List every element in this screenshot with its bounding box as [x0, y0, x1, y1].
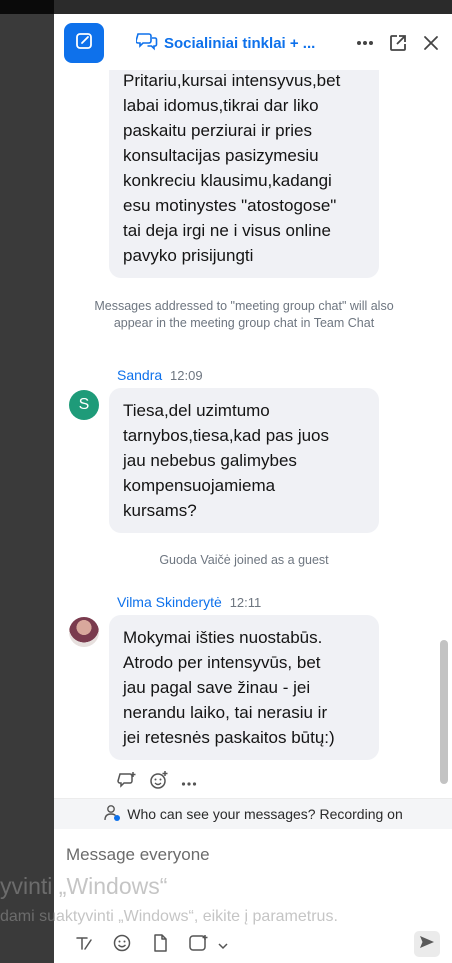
avatar[interactable] — [69, 617, 99, 647]
message-time: 12:11 — [229, 595, 262, 610]
message-bubble: Tiesa,del uzimtumo tarnybos,tiesa,kad pa… — [109, 388, 379, 533]
message-line: Atrodo per intensyvūs, bet — [123, 653, 321, 672]
message-line: tarnybos,tiesa,kad pas juos — [123, 426, 330, 445]
more-icon[interactable] — [354, 32, 376, 54]
sender-name[interactable]: Vilma Skinderytė — [117, 594, 222, 610]
message-line: konkreciu klausimu,kadangi — [123, 171, 332, 190]
chat-title-text: Socialiniai tinklai + ... — [164, 34, 316, 52]
chevron-down-icon[interactable] — [218, 937, 228, 955]
privacy-text: Who can see your messages? Recording on — [127, 806, 403, 822]
message-line: kursams? — [123, 501, 197, 520]
message-line: labai idomus,tikrai dar liko — [123, 96, 319, 115]
composer-toolbar — [74, 933, 228, 958]
message-line: tai deja irgi ne i visus online — [123, 221, 331, 240]
reply-icon[interactable] — [117, 770, 137, 795]
privacy-bar[interactable]: Who can see your messages? Recording on — [54, 798, 452, 830]
message-line: jau pagal save žinau - jei — [123, 678, 311, 697]
message-line: pavyko prisijungti — [123, 246, 254, 265]
chat-panel: Socialiniai tinklai + ... Pritariu,kursa… — [54, 14, 452, 963]
more-icon[interactable] — [181, 774, 197, 792]
sender-name[interactable]: Sandra — [117, 367, 162, 383]
compose-button[interactable] — [64, 23, 104, 63]
file-icon[interactable] — [150, 933, 170, 958]
message-input[interactable] — [64, 841, 428, 869]
emoji-icon[interactable] — [112, 933, 132, 958]
message-line: kompensuojamiema — [123, 476, 276, 495]
message-list: Pritariu,kursai intensyvus,bet labai ido… — [54, 70, 452, 798]
message-line: Mokymai išties nuostabūs. — [123, 628, 323, 647]
guest-join-note: Guoda Vaičė joined as a guest — [159, 553, 329, 567]
chat-header: Socialiniai tinklai + ... — [54, 14, 452, 71]
message-line: Pritariu,kursai intensyvus,bet — [123, 71, 341, 90]
system-note: Messages addressed to "meeting group cha… — [94, 299, 394, 330]
close-icon[interactable] — [420, 32, 442, 54]
screenshot-icon[interactable] — [188, 933, 210, 958]
send-icon — [419, 934, 435, 955]
sender-header: Sandra 12:09 — [117, 367, 203, 383]
add-reaction-icon[interactable] — [149, 770, 169, 795]
compose-icon — [74, 31, 94, 56]
message-actions — [117, 770, 197, 795]
message-line: Tiesa,del uzimtumo — [123, 401, 270, 420]
popout-icon[interactable] — [387, 32, 409, 54]
title-bar-strip — [0, 0, 54, 14]
message-bubble: Pritariu,kursai intensyvus,bet labai ido… — [109, 70, 379, 278]
scrollbar-thumb[interactable] — [440, 640, 448, 784]
chat-bubbles-icon — [135, 31, 158, 55]
person-privacy-icon — [103, 804, 121, 825]
message-bubble: Mokymai išties nuostabūs. Atrodo per int… — [109, 615, 379, 760]
send-button[interactable] — [414, 931, 440, 957]
activation-watermark-title: yvinti „Windows“ — [0, 873, 168, 899]
chat-title[interactable]: Socialiniai tinklai + ... — [135, 31, 336, 55]
message-line: nerandu laiko, tai nerasiu ir — [123, 703, 328, 722]
avatar[interactable]: S — [69, 390, 99, 420]
message-time: 12:09 — [170, 368, 203, 383]
activation-watermark-text: dami suaktyvinti „Windows“, eikite į par… — [0, 908, 338, 925]
message-line: paskaitu perziurai ir pries — [123, 121, 312, 140]
message-line: jau nebebus galimybes — [123, 451, 297, 470]
sender-header: Vilma Skinderytė 12:11 — [117, 594, 261, 610]
message-line: esu motinystes "atostogose" — [123, 196, 337, 215]
format-icon[interactable] — [74, 933, 94, 958]
message-line: jei retesnės paskaitos būtų:) — [123, 728, 335, 747]
left-background-strip — [0, 0, 54, 963]
message-line: konsultacijas pasizymesiu — [123, 146, 319, 165]
